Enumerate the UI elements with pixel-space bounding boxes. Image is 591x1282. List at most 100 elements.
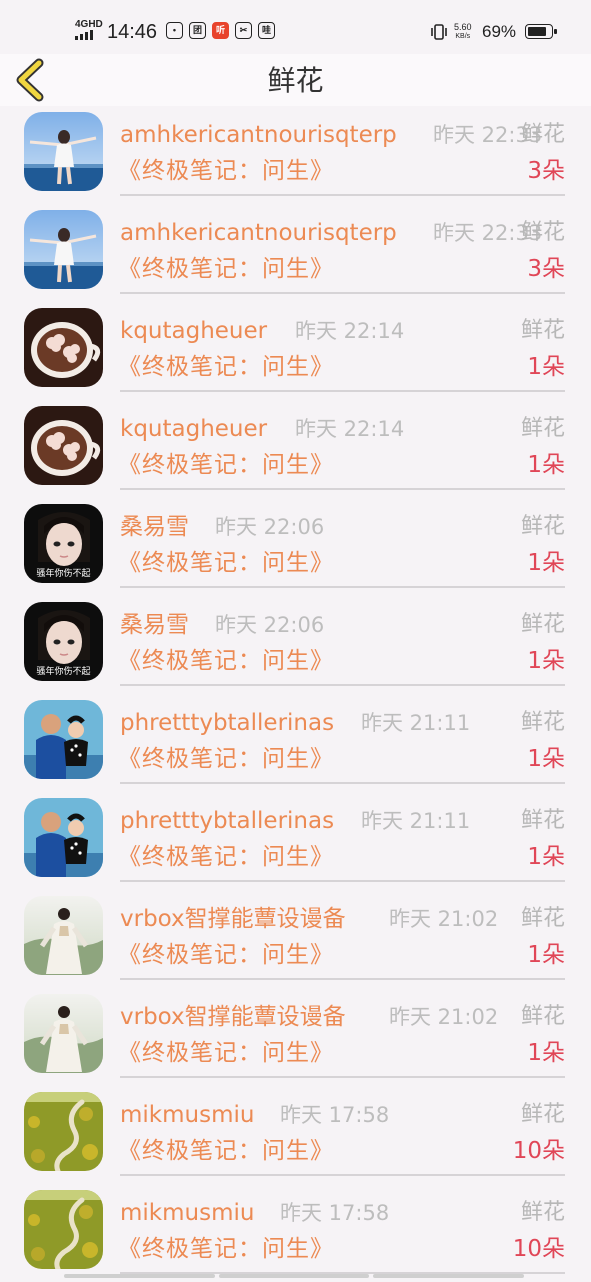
flower-count: 3朵 [527, 256, 565, 282]
book-title[interactable]: 《终极笔记：问生》 [118, 254, 334, 284]
flower-count: 1朵 [527, 354, 565, 380]
book-title[interactable]: 《终极笔记：问生》 [118, 352, 334, 382]
user-name[interactable]: kqutagheuer [120, 316, 267, 346]
gift-time: 昨天 21:11 [361, 711, 471, 735]
avatar[interactable]: 骚年你伤不起 [24, 504, 103, 583]
book-title[interactable]: 《终极笔记：问生》 [118, 450, 334, 480]
notification-app-icon: ✂ [235, 22, 252, 39]
gift-type: 鲜花 [520, 1004, 565, 1029]
user-name[interactable]: phretttybtallerinas [120, 708, 334, 738]
list-item[interactable]: phretttybtallerinas 昨天 21:11 鲜花《终极笔记：问生》 1朵 [0, 792, 591, 890]
gift-type: 鲜花 [520, 220, 565, 245]
list-item[interactable]: 骚年你伤不起 桑易雪 昨天 22:06 鲜花 《终极笔记：问生》 1朵 [0, 498, 591, 596]
book-title[interactable]: 《终极笔记：问生》 [118, 940, 334, 970]
user-name[interactable]: mikmusmiu [120, 1100, 254, 1130]
flower-count: 1朵 [527, 550, 565, 576]
avatar[interactable] [24, 1190, 103, 1269]
gift-record-list[interactable]: amhkericantnourisqterp 昨天 22:33 鲜花 《终极笔记：问生… [0, 106, 591, 1282]
status-bar: 4GHD 14:46 • 团 听 ✂ 哇 5.60 KB/s 69% [0, 0, 591, 58]
divider [120, 1174, 565, 1176]
gift-type: 鲜花 [520, 514, 565, 539]
book-title[interactable]: 《终极笔记：问生》 [118, 842, 334, 872]
avatar[interactable]: 骚年你伤不起 [24, 602, 103, 681]
user-name[interactable]: 桑易雪 [120, 610, 189, 640]
divider [120, 684, 565, 686]
user-name[interactable]: mikmusmiu [120, 1198, 254, 1228]
user-name[interactable]: phretttybtallerinas [120, 806, 334, 836]
list-item[interactable]: kqutagheuer 昨天 22:14 鲜花 《终极笔记：问生》 1朵 [0, 302, 591, 400]
network-speed: 5.60 KB/s [454, 22, 472, 40]
gift-time: 昨天 21:02 [389, 1005, 499, 1029]
flower-count: 10朵 [512, 1138, 565, 1164]
gift-type: 鲜花 [520, 612, 565, 637]
flower-count: 10朵 [512, 1236, 565, 1262]
flower-count: 3朵 [527, 158, 565, 184]
gift-type: 鲜花 [520, 808, 565, 833]
avatar[interactable] [24, 112, 103, 191]
flower-count: 1朵 [527, 1040, 565, 1066]
avatar[interactable] [24, 798, 103, 877]
user-name[interactable]: amhkericantnourisqterp [120, 218, 397, 248]
battery-percent: 69% [482, 22, 517, 41]
book-title[interactable]: 《终极笔记：问生》 [118, 1038, 334, 1068]
flower-count: 1朵 [527, 746, 565, 772]
divider [120, 194, 565, 196]
notification-app-icon: 哇 [258, 22, 275, 39]
flower-count: 1朵 [527, 648, 565, 674]
list-item[interactable]: amhkericantnourisqterp 昨天 22:33 鲜花 《终极笔记：问生… [0, 204, 591, 302]
book-title[interactable]: 《终极笔记：问生》 [118, 1136, 334, 1166]
list-item[interactable]: vrbox智撑能蕈设谩备 昨天 21:02 鲜花《终极笔记：问生》 1朵 [0, 988, 591, 1086]
battery-icon [525, 24, 557, 39]
notification-app-icon: 团 [189, 22, 206, 39]
vibrate-icon [431, 24, 447, 40]
user-name[interactable]: vrbox智撑能蕈设谩备 [120, 1002, 346, 1032]
gift-time: 昨天 17:58 [280, 1103, 390, 1127]
divider [120, 880, 565, 882]
signal-icon [75, 30, 93, 40]
flower-count: 1朵 [527, 452, 565, 478]
gift-type: 鲜花 [520, 710, 565, 735]
notification-icons: • 团 听 ✂ 哇 [166, 22, 275, 39]
divider [120, 390, 565, 392]
user-name[interactable]: 桑易雪 [120, 512, 189, 542]
notification-app-icon: • [166, 22, 183, 39]
user-name[interactable]: vrbox智撑能蕈设谩备 [120, 904, 346, 934]
list-item[interactable]: mikmusmiu 昨天 17:58 鲜花 《终极笔记：问生》 10朵 [0, 1184, 591, 1282]
book-title[interactable]: 《终极笔记：问生》 [118, 646, 334, 676]
svg-text:骚年你伤不起: 骚年你伤不起 [36, 567, 90, 579]
book-title[interactable]: 《终极笔记：问生》 [118, 156, 334, 186]
list-item[interactable]: vrbox智撑能蕈设谩备 昨天 21:02 鲜花《终极笔记：问生》 1朵 [0, 890, 591, 988]
gift-time: 昨天 22:06 [215, 613, 325, 637]
list-item[interactable]: amhkericantnourisqterp 昨天 22:33 鲜花 《终极笔记：问生… [0, 106, 591, 204]
avatar[interactable] [24, 700, 103, 779]
gift-type: 鲜花 [520, 1102, 565, 1127]
home-indicator [64, 1274, 525, 1278]
gift-type: 鲜花 [520, 906, 565, 931]
gift-type: 鲜花 [520, 416, 565, 441]
divider [120, 782, 565, 784]
gift-time: 昨天 21:02 [389, 907, 499, 931]
nav-bar: 鲜花 [0, 54, 591, 106]
gift-type: 鲜花 [520, 122, 565, 147]
flower-count: 1朵 [527, 942, 565, 968]
avatar[interactable] [24, 308, 103, 387]
flower-count: 1朵 [527, 844, 565, 870]
gift-type: 鲜花 [520, 318, 565, 343]
avatar[interactable] [24, 994, 103, 1073]
book-title[interactable]: 《终极笔记：问生》 [118, 1234, 334, 1264]
gift-time: 昨天 21:11 [361, 809, 471, 833]
book-title[interactable]: 《终极笔记：问生》 [118, 744, 334, 774]
list-item[interactable]: mikmusmiu 昨天 17:58 鲜花《终极笔记：问生》 10朵 [0, 1086, 591, 1184]
user-name[interactable]: amhkericantnourisqterp [120, 120, 397, 150]
book-title[interactable]: 《终极笔记：问生》 [118, 548, 334, 578]
avatar[interactable] [24, 1092, 103, 1171]
avatar[interactable] [24, 406, 103, 485]
list-item[interactable]: kqutagheuer 昨天 22:14 鲜花 《终极笔记：问生》 1朵 [0, 400, 591, 498]
avatar[interactable] [24, 896, 103, 975]
divider [120, 488, 565, 490]
user-name[interactable]: kqutagheuer [120, 414, 267, 444]
list-item[interactable]: 骚年你伤不起 桑易雪 昨天 22:06 鲜花《终极笔记：问生》 1朵 [0, 596, 591, 694]
divider [120, 1076, 565, 1078]
avatar[interactable] [24, 210, 103, 289]
list-item[interactable]: phretttybtallerinas 昨天 21:11 鲜花《终极笔记：问生》 1朵 [0, 694, 591, 792]
